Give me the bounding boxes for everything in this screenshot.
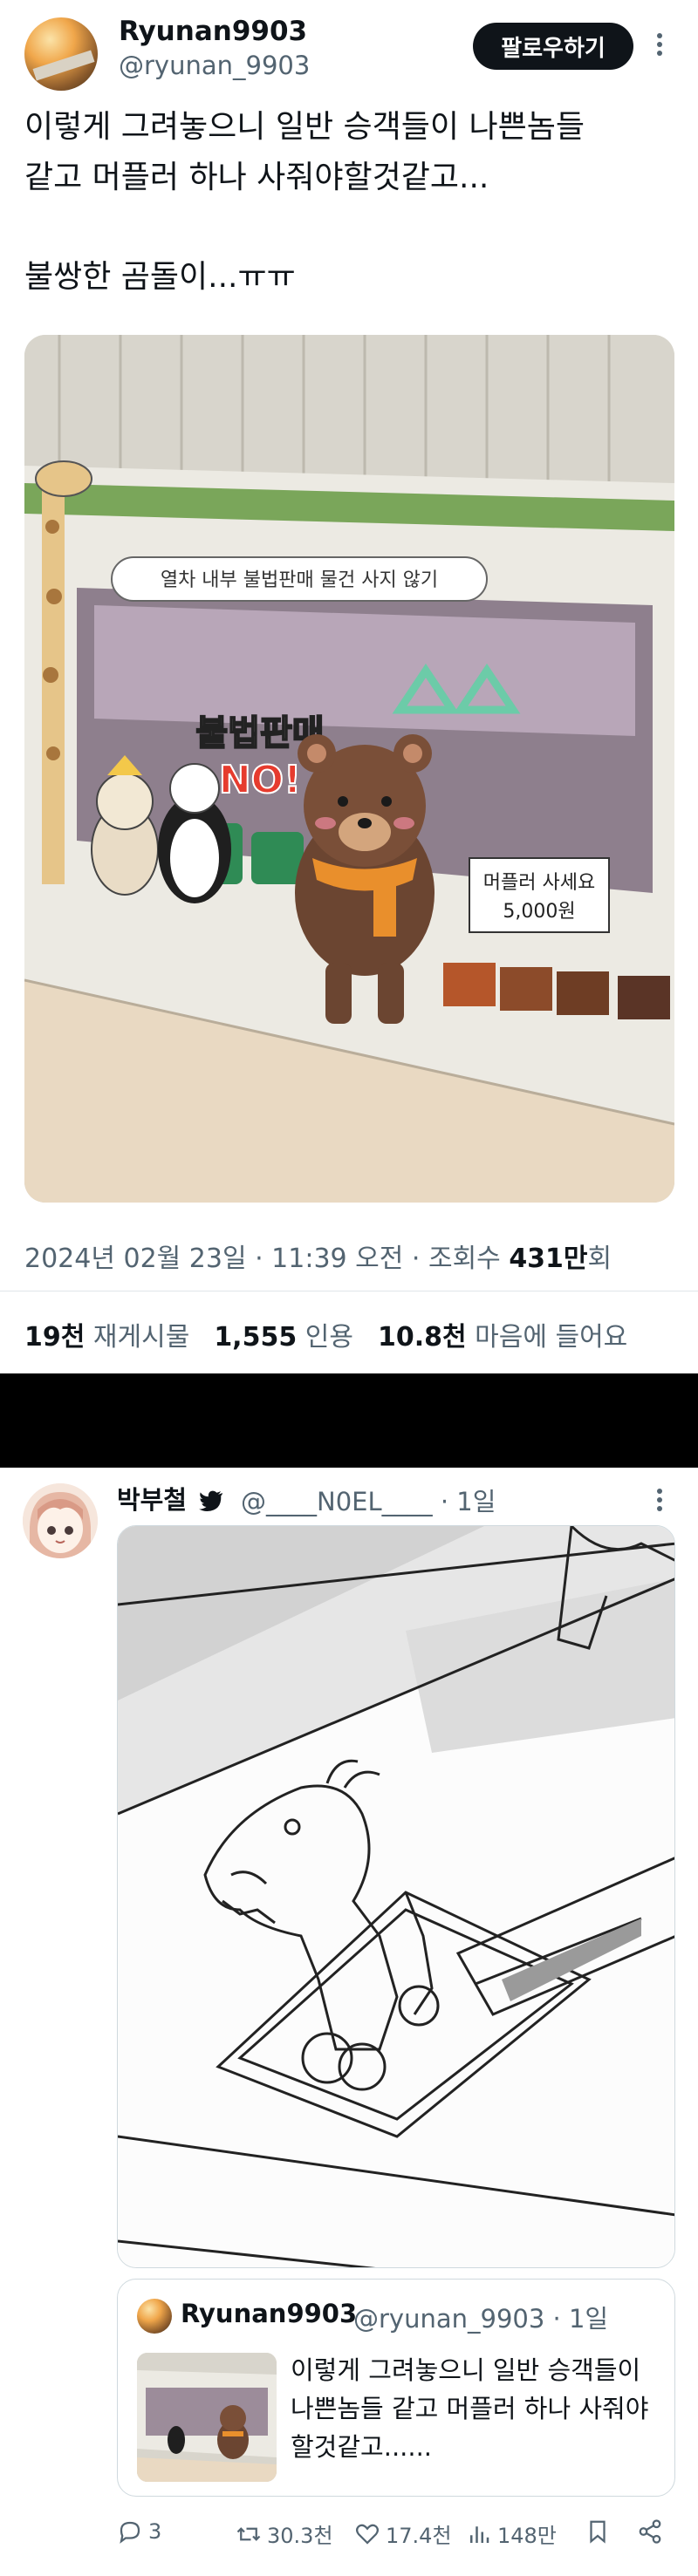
views-button[interactable]: 148만 bbox=[466, 2518, 557, 2549]
view-count-suffix: 회 bbox=[587, 1244, 612, 1274]
separator-band bbox=[0, 1373, 698, 1468]
quoted-user-handle: @ryunan_9903 · 1일 bbox=[353, 2304, 609, 2334]
more-options-icon[interactable] bbox=[653, 1485, 667, 1520]
quoted-display-name: Ryunan9903 bbox=[181, 2299, 358, 2328]
price-tag-title: 머플러 사세요 bbox=[483, 872, 595, 894]
view-count: 431만 bbox=[509, 1244, 588, 1274]
reply-count: 3 bbox=[148, 2519, 162, 2544]
quoted-thumbnail bbox=[137, 2353, 277, 2482]
banner-text: 열차 내부 불법판매 물건 사지 않기 bbox=[161, 569, 438, 591]
like-button[interactable]: 17.4천 bbox=[354, 2518, 452, 2549]
view-count: 148만 bbox=[497, 2524, 557, 2548]
like-count[interactable]: 10.8천 bbox=[378, 1322, 467, 1353]
sign-no: NO! bbox=[219, 758, 301, 802]
tweet-timestamp[interactable]: 2024년 02월 23일 · 11:39 오전 · 조회수 431만회 bbox=[24, 1237, 612, 1275]
more-options-icon[interactable] bbox=[653, 30, 667, 65]
avatar bbox=[137, 2299, 172, 2334]
share-button[interactable] bbox=[637, 2518, 668, 2545]
reply-icon bbox=[120, 2521, 140, 2544]
retweet-label[interactable]: 재게시물 bbox=[93, 1322, 189, 1353]
follow-button[interactable]: 팔로우하기 bbox=[473, 23, 633, 70]
user-handle[interactable]: @ryunan_9903 bbox=[119, 51, 310, 80]
bookmark-icon bbox=[590, 2520, 606, 2544]
retweet-count[interactable]: 19천 bbox=[24, 1322, 85, 1353]
heart-icon bbox=[356, 2524, 379, 2545]
quote-count[interactable]: 1,555 bbox=[214, 1322, 297, 1353]
price-tag-price: 5,000원 bbox=[503, 901, 575, 923]
tweet-text-line: 이렇게 그려놓으니 일반 승객들이 나쁜놈들 bbox=[24, 109, 585, 145]
avatar[interactable] bbox=[24, 17, 98, 91]
tweet-reply: 박부철 @____N0EL____ · 1일 Ryunan9903 @ryuna… bbox=[0, 1468, 698, 2576]
display-name-text: 박부철 bbox=[117, 1485, 188, 1515]
retweet-button[interactable]: 30.3천 bbox=[236, 2518, 333, 2549]
display-name[interactable]: 박부철 bbox=[117, 1480, 223, 1517]
quoted-tweet[interactable]: Ryunan9903 @ryunan_9903 · 1일 이렇게 그려놓으니 일… bbox=[117, 2279, 675, 2497]
action-bar: 3 30.3천 17.4천 148만 bbox=[117, 2518, 675, 2562]
timestamp-text: 2024년 02월 23일 · 11:39 오전 · 조회수 bbox=[24, 1244, 510, 1274]
analytics-icon bbox=[470, 2525, 489, 2543]
engagement-stats: 19천 재게시물 1,555 인용 10.8천 마음에 들어요 bbox=[24, 1315, 627, 1353]
quote-label[interactable]: 인용 bbox=[305, 1322, 353, 1353]
tweet-media-sketch[interactable] bbox=[117, 1525, 675, 2268]
tweet-main: Ryunan9903 @ryunan_9903 팔로우하기 이렇게 그려놓으니 … bbox=[0, 0, 698, 1373]
tweet-photo[interactable]: 열차 내부 불법판매 물건 사지 않기 불법판매 NO! 머플러 사세요 5,0… bbox=[24, 335, 674, 1203]
like-count: 17.4천 bbox=[386, 2524, 452, 2548]
tweet-text-line: 같고 머플러 하나 사줘야할것같고... bbox=[24, 160, 489, 195]
display-name[interactable]: Ryunan9903 bbox=[119, 16, 307, 47]
bird-icon bbox=[199, 1488, 223, 1517]
bookmark-button[interactable] bbox=[585, 2518, 616, 2545]
retweet-icon bbox=[236, 2526, 261, 2541]
user-handle[interactable]: @____N0EL____ · 1일 bbox=[241, 1482, 496, 1518]
quoted-text: 이렇게 그려놓으니 일반 승객들이 나쁜놈들 같고 머플러 하나 사줘야할것같고… bbox=[291, 2355, 649, 2462]
share-icon bbox=[639, 2519, 661, 2544]
like-label[interactable]: 마음에 들어요 bbox=[475, 1322, 627, 1353]
avatar[interactable] bbox=[23, 1483, 98, 1558]
reply-button[interactable]: 3 bbox=[117, 2518, 161, 2545]
tweet-text-line: 불쌍한 곰돌이...ㅠㅠ bbox=[24, 259, 296, 295]
retweet-count: 30.3천 bbox=[267, 2524, 333, 2548]
